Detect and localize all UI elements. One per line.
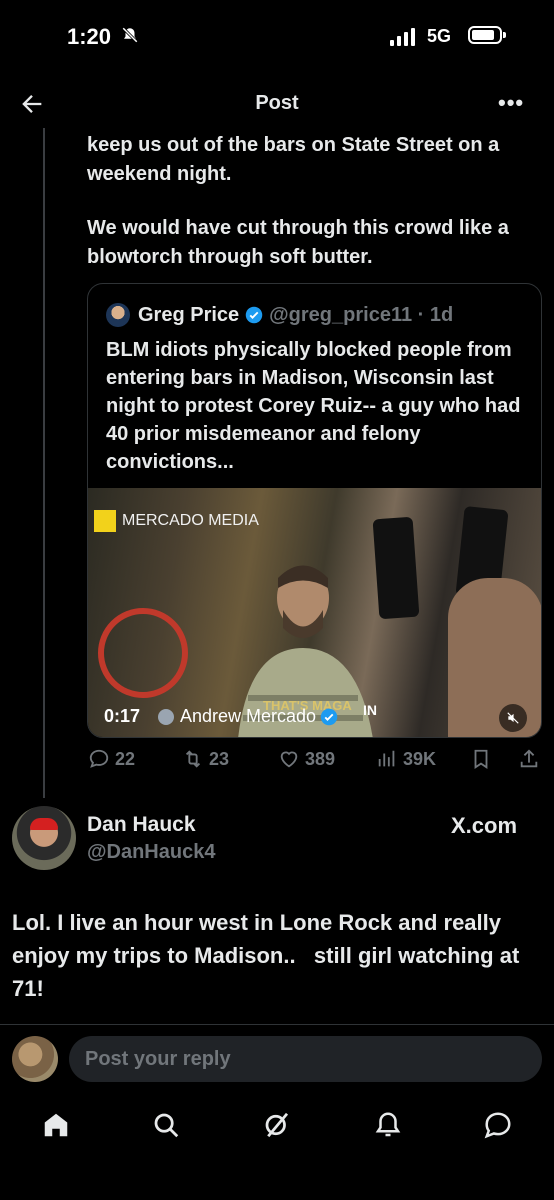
reply-count: 22 — [115, 748, 136, 769]
bottom-navigation — [0, 1100, 554, 1150]
quoted-post-header: Greg Price @greg_price11 · 1d — [106, 303, 453, 327]
notifications-icon[interactable] — [373, 1110, 403, 1140]
video-attribution[interactable]: Andrew Mercado — [158, 706, 338, 727]
share-button[interactable] — [518, 748, 545, 770]
thread-line — [43, 128, 45, 798]
network-type: 5G — [427, 26, 452, 46]
more-options-icon[interactable]: ••• — [498, 90, 524, 116]
view-count: 39K — [403, 748, 437, 769]
reply-author-handle: @DanHauck4 — [87, 841, 216, 863]
video-frame-bicycle — [98, 608, 188, 698]
verified-badge-icon — [245, 306, 263, 324]
search-icon[interactable] — [151, 1110, 181, 1140]
bookmark-button[interactable] — [470, 748, 497, 770]
avatar-cap — [30, 818, 58, 830]
video-frame-person — [448, 578, 541, 737]
repost-button[interactable]: 23 — [182, 748, 229, 770]
reply-button[interactable]: 22 — [88, 748, 135, 770]
video-source-label: MERCADO MEDIA — [94, 510, 259, 532]
reply-icon — [89, 749, 109, 768]
like-button[interactable]: 389 — [278, 748, 335, 770]
grok-icon[interactable] — [262, 1110, 292, 1140]
video-player[interactable]: MERCADO MEDIA THAT'S MAGA IN 0:17 Andrew… — [88, 488, 541, 737]
divider — [0, 1024, 554, 1025]
home-icon[interactable] — [41, 1110, 71, 1140]
status-time: 1:20 — [67, 24, 112, 49]
post-body: keep us out of the bars on State Street … — [87, 131, 542, 297]
verified-badge-icon — [320, 708, 338, 725]
signal-icon — [390, 28, 415, 46]
page-title: Post — [255, 92, 299, 114]
share-icon — [520, 749, 538, 768]
reply-author-name[interactable]: Dan Hauck — [87, 813, 196, 837]
reply-text: Lol. I live an hour west in Lone Rock an… — [12, 910, 526, 1001]
heart-icon — [280, 751, 298, 768]
views-button[interactable]: 39K — [376, 748, 436, 770]
x-logo-watermark: X.com — [451, 813, 518, 838]
video-duration: 0:17 — [104, 706, 141, 726]
repost-count: 23 — [209, 748, 230, 769]
mute-icon[interactable] — [499, 704, 527, 732]
avatar[interactable] — [106, 303, 130, 327]
repost-icon — [185, 750, 201, 768]
views-icon — [378, 750, 395, 767]
video-frame-phone — [372, 516, 420, 620]
quoted-post-text: BLM idiots physically blocked people fro… — [106, 339, 521, 473]
quoted-post[interactable]: Greg Price @greg_price11 · 1d BLM idiots… — [87, 283, 542, 738]
post-actions: 22 23 389 39K — [88, 748, 544, 776]
silent-bell-icon — [121, 26, 139, 49]
reply-input[interactable]: Post your reply — [69, 1036, 542, 1082]
avatar[interactable] — [12, 1036, 58, 1082]
quoted-author-handle: @greg_price11 · 1d — [269, 303, 454, 326]
like-count: 389 — [305, 748, 336, 769]
post-paragraph: We would have cut through this crowd lik… — [87, 217, 509, 268]
quoted-author-name[interactable]: Greg Price — [138, 304, 239, 327]
battery-icon — [468, 26, 506, 44]
bookmark-icon — [474, 749, 488, 769]
post-paragraph: keep us out of the bars on State Street … — [87, 134, 500, 185]
avatar[interactable] — [12, 806, 76, 870]
messages-icon[interactable] — [483, 1110, 513, 1140]
video-overlay-text: IN — [363, 702, 377, 718]
